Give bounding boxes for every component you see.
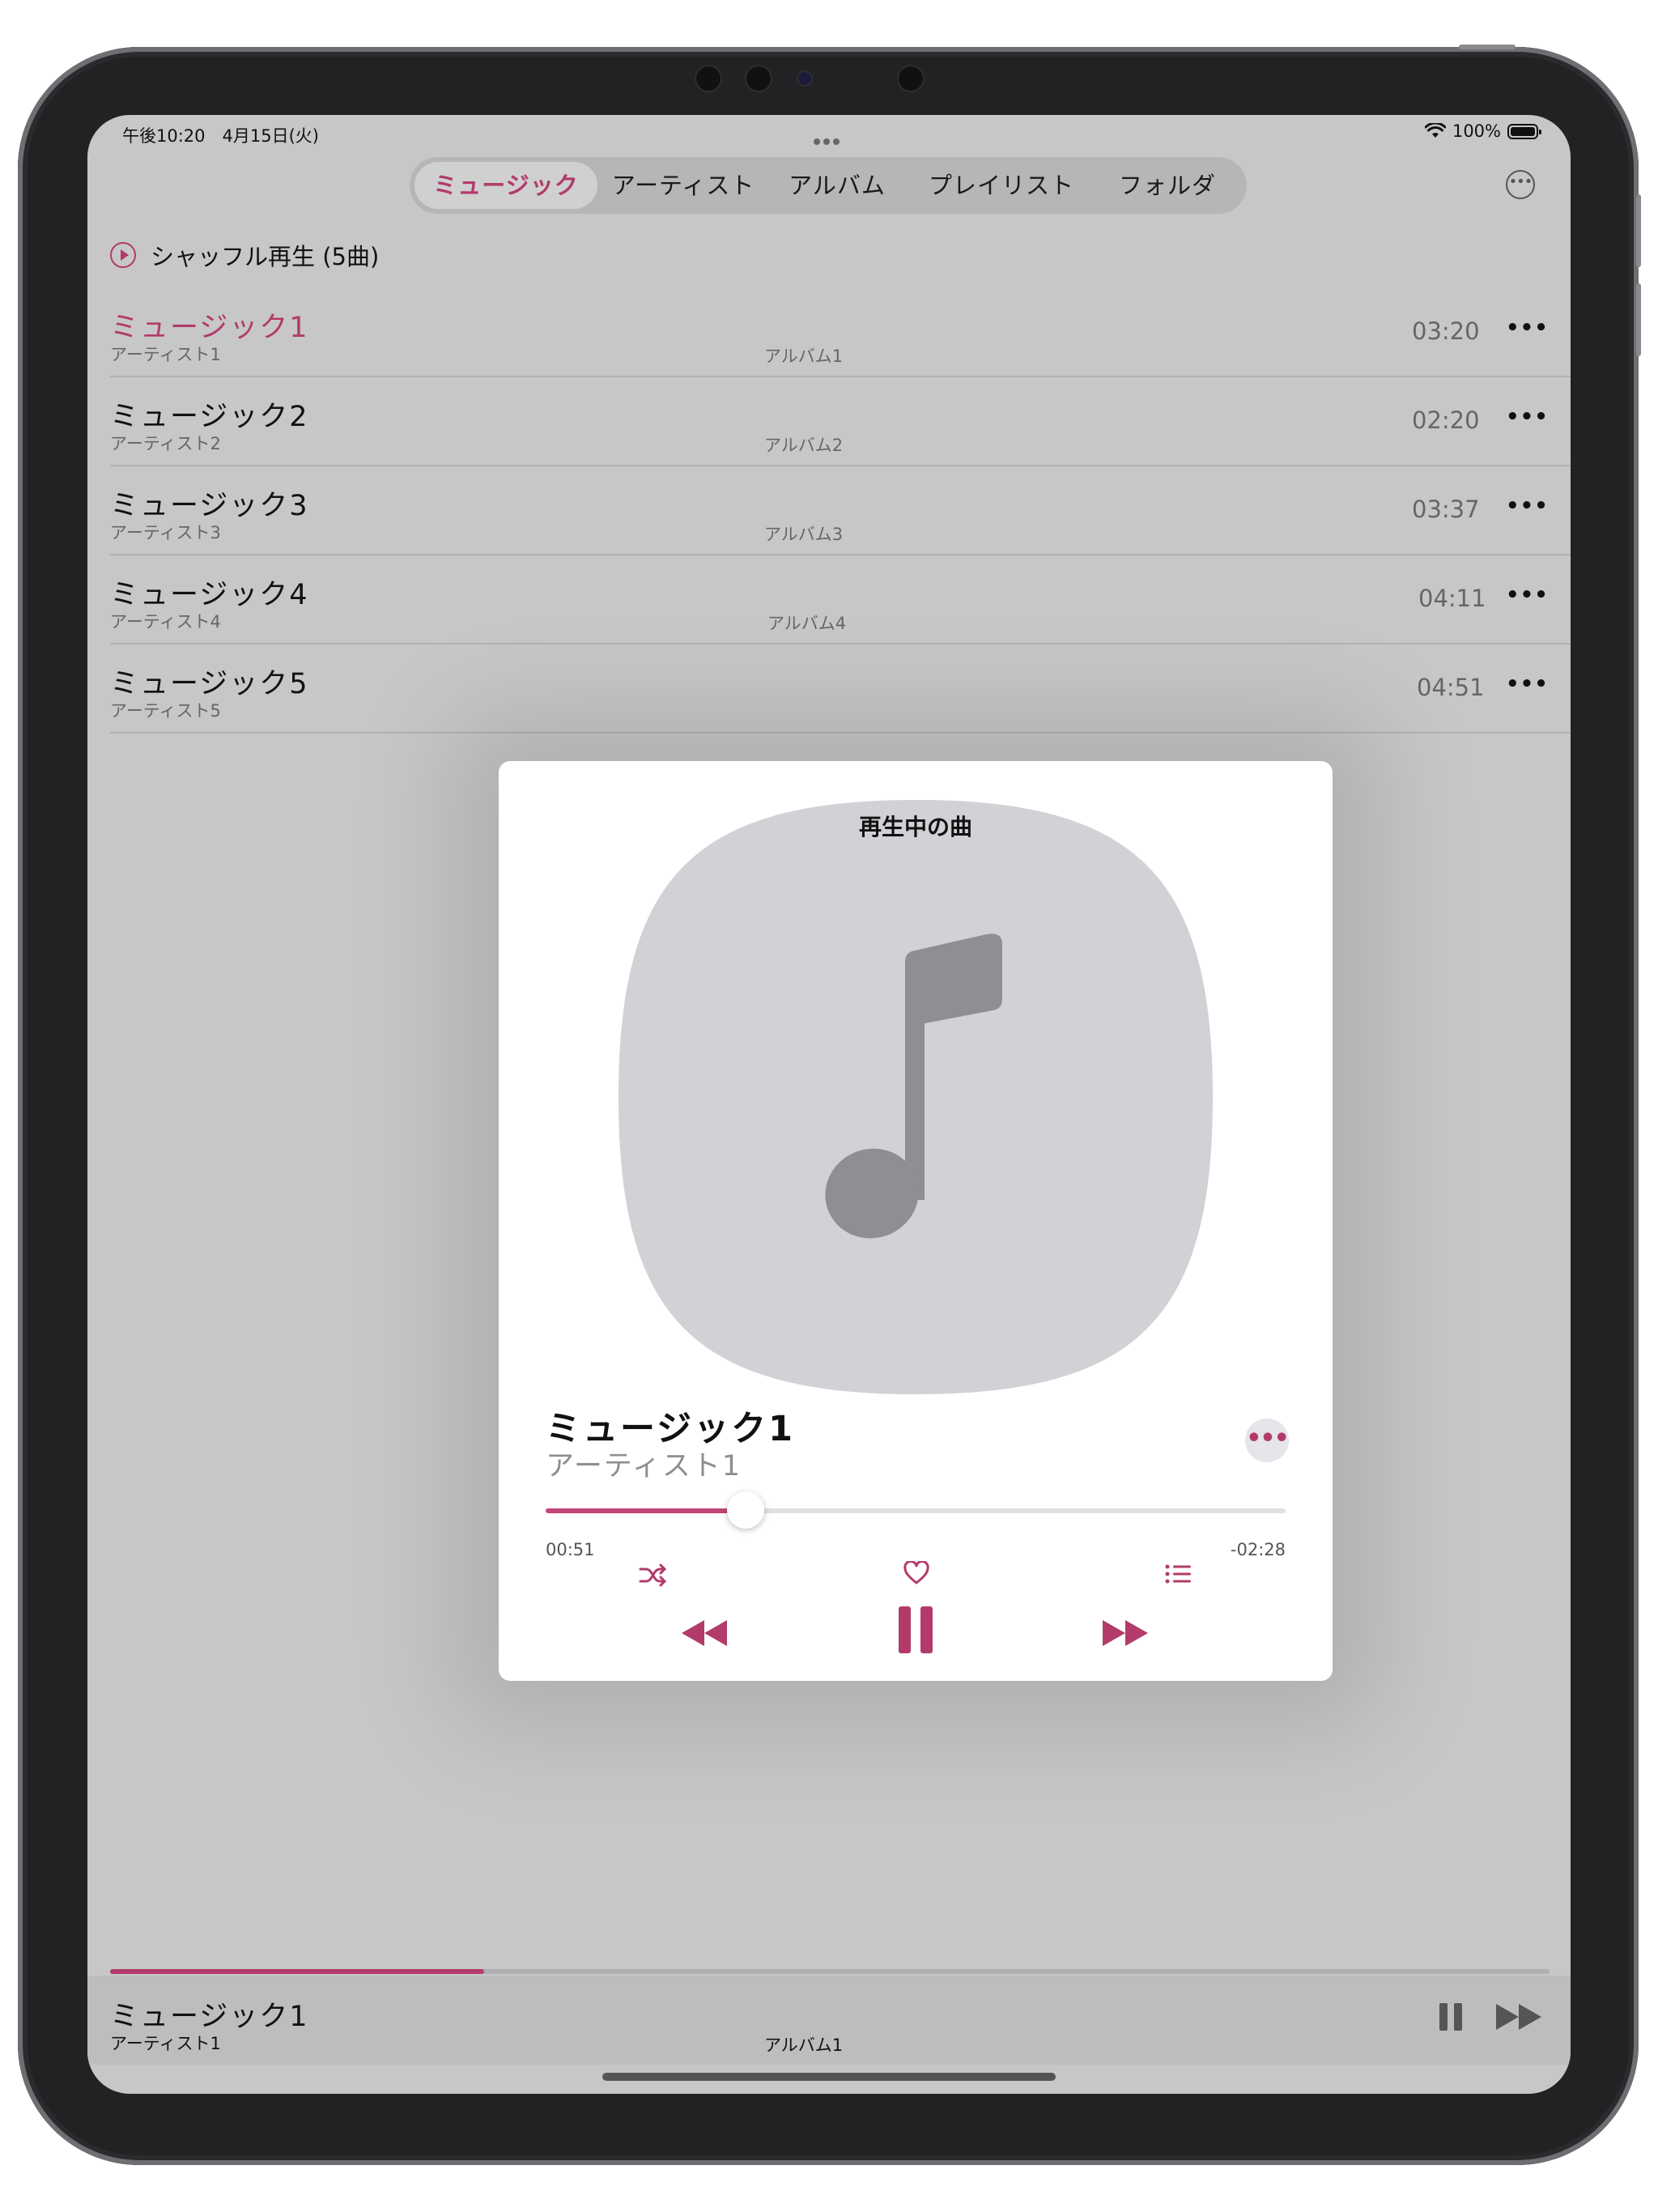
track-duration: 04:51 (1417, 674, 1485, 701)
tab-artists[interactable]: アーティスト (602, 162, 764, 209)
now-playing-artist: アーティスト1 (546, 1450, 742, 1482)
mini-fast-forward-icon[interactable] (1494, 2001, 1545, 2032)
track-artist: アーティスト4 (110, 612, 221, 632)
mini-player-progress-fill (110, 1969, 485, 1974)
mini-player-artist: アーティスト1 (110, 2034, 221, 2053)
home-indicator[interactable] (602, 2073, 1056, 2081)
track-more-icon[interactable]: ••• (1506, 672, 1549, 696)
more-options-icon[interactable]: ••• (1506, 170, 1535, 199)
volume-down-button (1636, 283, 1641, 356)
track-album: アルバム2 (764, 436, 844, 455)
track-row[interactable]: ミュージック5 アーティスト5 04:51 ••• (110, 643, 1571, 734)
ipad-frame: 午後10:20 4月15日(火) 100% ミュージック アーティスト アルバム… (18, 45, 1641, 2165)
track-duration: 03:37 (1412, 496, 1480, 523)
now-playing-header: 再生中の曲 (858, 814, 972, 840)
more-icon[interactable]: ••• (1245, 1419, 1290, 1462)
sensor-icon (746, 66, 771, 91)
playback-scrubber-knob[interactable] (726, 1491, 764, 1529)
track-album: アルバム4 (767, 614, 847, 633)
track-duration: 04:11 (1418, 585, 1486, 612)
playback-progress-fill (546, 1508, 746, 1513)
track-more-icon[interactable]: ••• (1506, 494, 1549, 518)
track-title: ミュージック3 (110, 490, 309, 522)
multitasking-dots-icon[interactable] (812, 130, 841, 149)
now-playing-card: 再生中の曲 ミュージック1 アーティスト1 ••• 00:51 -02:28 (499, 761, 1333, 1681)
queue-list-icon[interactable] (1164, 1563, 1192, 1585)
elapsed-time: 00:51 (546, 1540, 595, 1559)
camera-housing (696, 57, 955, 100)
track-title: ミュージック2 (110, 401, 309, 433)
tab-playlists[interactable]: プレイリスト (910, 162, 1093, 209)
battery-percent: 100% (1452, 121, 1501, 141)
shuffle-play-label: シャッフル再生 (5曲) (151, 243, 380, 270)
sensor-icon (696, 66, 721, 91)
track-row[interactable]: ミュージック4 アーティスト4 アルバム4 04:11 ••• (110, 554, 1571, 644)
track-more-icon[interactable]: ••• (1506, 316, 1549, 340)
track-artist: アーティスト5 (110, 701, 221, 721)
mini-pause-icon[interactable] (1438, 2001, 1464, 2032)
track-row[interactable]: ミュージック1 アーティスト1 アルバム1 03:20 ••• (110, 287, 1571, 377)
track-artist: アーティスト2 (110, 434, 221, 453)
track-more-icon[interactable]: ••• (1506, 405, 1549, 429)
mini-player-title: ミュージック1 (110, 2001, 309, 2033)
track-row[interactable]: ミュージック2 アーティスト2 アルバム2 02:20 ••• (110, 376, 1571, 466)
remaining-time: -02:28 (1230, 1540, 1286, 1559)
track-title: ミュージック5 (110, 668, 309, 700)
top-button (1459, 45, 1516, 49)
mini-player-progress[interactable] (110, 1969, 1550, 1974)
shuffle-icon[interactable] (638, 1563, 667, 1587)
shuffle-play-button[interactable]: シャッフル再生 (5曲) (110, 238, 379, 272)
album-artwork (619, 800, 1213, 1394)
playback-progress-bar[interactable] (546, 1491, 1286, 1529)
track-title: ミュージック1 (110, 312, 309, 344)
status-bar: 午後10:20 4月15日(火) 100% (87, 115, 1571, 152)
mini-player-album: アルバム1 (764, 2035, 844, 2055)
tab-music[interactable]: ミュージック (414, 162, 597, 209)
screen: 午後10:20 4月15日(火) 100% ミュージック アーティスト アルバム… (87, 115, 1571, 2094)
rewind-icon[interactable] (678, 1618, 729, 1648)
track-row[interactable]: ミュージック3 アーティスト3 アルバム3 03:37 ••• (110, 465, 1571, 555)
wifi-icon (1424, 123, 1446, 138)
sensor-icon (899, 66, 923, 91)
volume-up-button (1636, 194, 1641, 267)
tab-albums[interactable]: アルバム (766, 162, 908, 209)
heart-icon[interactable] (903, 1561, 929, 1585)
fast-forward-icon[interactable] (1101, 1618, 1151, 1648)
track-duration: 02:20 (1412, 406, 1480, 434)
track-album: アルバム1 (764, 347, 844, 366)
track-artist: アーティスト3 (110, 523, 221, 542)
mini-player[interactable]: ミュージック1 アーティスト1 アルバム1 (87, 1976, 1571, 2065)
pause-icon[interactable] (897, 1605, 934, 1655)
track-album: アルバム3 (764, 525, 844, 544)
track-duration: 03:20 (1412, 317, 1480, 345)
category-tabs: ミュージック アーティスト アルバム プレイリスト フォルダ (410, 157, 1247, 214)
track-more-icon[interactable]: ••• (1506, 583, 1549, 607)
camera-lens-icon (798, 72, 811, 85)
play-circle-icon (110, 242, 136, 268)
status-time: 午後10:20 4月15日(火) (122, 126, 319, 146)
tab-folders[interactable]: フォルダ (1095, 162, 1240, 209)
battery-icon (1507, 123, 1541, 139)
track-title: ミュージック4 (110, 579, 309, 611)
track-artist: アーティスト1 (110, 345, 221, 364)
status-right: 100% (1424, 121, 1541, 141)
